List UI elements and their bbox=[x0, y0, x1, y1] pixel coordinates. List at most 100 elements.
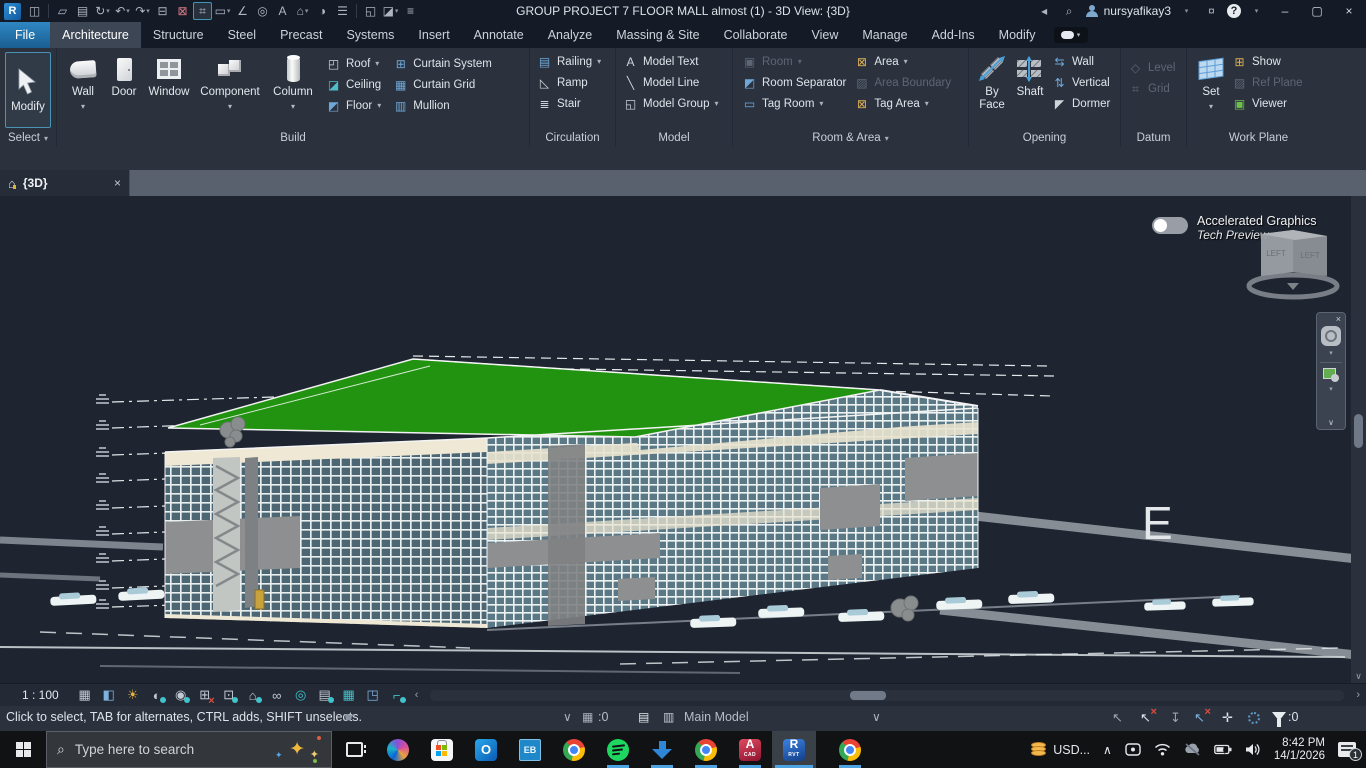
floor-button[interactable]: ◩Floor▾ bbox=[326, 95, 381, 116]
visual-style-icon[interactable]: ◧ bbox=[97, 686, 121, 704]
opening-shaft-button[interactable]: Shaft bbox=[1010, 51, 1050, 99]
wheel-menu-caret-icon[interactable]: ▾ bbox=[1329, 349, 1333, 357]
ribbon-display-options[interactable]: ▾ bbox=[1054, 27, 1088, 43]
vertical-scroll-thumb[interactable] bbox=[1354, 414, 1363, 448]
worksharing-monitor-icon[interactable]: ◫ bbox=[25, 2, 44, 20]
crop-view-icon[interactable]: ⊞ bbox=[193, 686, 217, 704]
autocad-button[interactable]: ACAD bbox=[728, 731, 772, 768]
unlock-3d-view-icon[interactable]: ⌂ bbox=[241, 686, 265, 704]
pin-icon[interactable]: ↧ bbox=[1170, 710, 1181, 726]
tag-by-category-icon[interactable]: ◎ bbox=[253, 2, 272, 20]
navbar-expand-icon[interactable]: ∨ bbox=[1328, 418, 1334, 427]
cart-icon[interactable]: ¤ bbox=[1202, 2, 1221, 20]
tab-file[interactable]: File bbox=[0, 22, 50, 48]
steering-wheel-icon[interactable] bbox=[1321, 326, 1341, 346]
sun-path-icon[interactable]: ☀ bbox=[121, 686, 145, 704]
opening-wall-button[interactable]: ⇆Wall bbox=[1052, 51, 1110, 72]
print-icon[interactable]: ⊟ bbox=[153, 2, 172, 20]
opening-by-face-button[interactable]: By Face bbox=[974, 51, 1010, 112]
room-separator-button[interactable]: ◩Room Separator bbox=[742, 72, 846, 93]
horizontal-scroll-thumb[interactable] bbox=[850, 691, 886, 700]
accelerated-graphics-toggle[interactable] bbox=[1152, 217, 1188, 234]
tab-steel[interactable]: Steel bbox=[216, 22, 269, 48]
curtain-grid-button[interactable]: ▦Curtain Grid bbox=[393, 74, 492, 95]
close-button[interactable]: × bbox=[1336, 1, 1362, 21]
tab-collaborate[interactable]: Collaborate bbox=[712, 22, 800, 48]
help-caret-icon[interactable]: ▾ bbox=[1247, 2, 1266, 20]
opening-dormer-button[interactable]: ◤Dormer bbox=[1052, 93, 1110, 114]
view-scale-button[interactable]: 1 : 100 bbox=[22, 688, 59, 702]
revit-app-icon[interactable]: R bbox=[4, 3, 21, 20]
component-button[interactable]: Component▾ bbox=[194, 51, 266, 113]
align-icon[interactable]: ∠ bbox=[233, 2, 252, 20]
grid-button[interactable]: ⌗Grid bbox=[1128, 78, 1176, 99]
3d-model-view[interactable]: E Accelerated Graphics Tech Preview LEFT… bbox=[0, 196, 1366, 683]
scroll-down-icon[interactable]: ∨ bbox=[1355, 669, 1362, 683]
tab-architecture[interactable]: Architecture bbox=[50, 22, 141, 48]
filter-icon[interactable] bbox=[1272, 712, 1286, 721]
onedrive-paused-icon[interactable] bbox=[1184, 743, 1201, 756]
modify-button[interactable]: Modify bbox=[5, 52, 51, 128]
design-option-caret-icon[interactable]: ∨ bbox=[872, 710, 881, 724]
viewcube[interactable]: LEFT LEFT bbox=[1238, 228, 1348, 300]
model-line-button[interactable]: ╲Model Line bbox=[623, 72, 719, 93]
search-icon[interactable]: ⌕ bbox=[1060, 2, 1079, 20]
chrome-button[interactable] bbox=[828, 731, 872, 768]
redo-icon[interactable]: ↷▾ bbox=[133, 2, 152, 20]
tab-analyze[interactable]: Analyze bbox=[536, 22, 604, 48]
temporary-view-properties-icon[interactable]: ▤ bbox=[313, 686, 337, 704]
panel-label-select[interactable]: Select▾ bbox=[0, 129, 56, 147]
switch-windows-icon[interactable]: ◪▾ bbox=[381, 2, 400, 20]
tab-structure[interactable]: Structure bbox=[141, 22, 216, 48]
currency-widget-icon[interactable] bbox=[1031, 742, 1046, 757]
save-icon[interactable]: ▤ bbox=[73, 2, 92, 20]
door-button[interactable]: Door bbox=[104, 51, 144, 99]
restore-button[interactable]: ▢ bbox=[1304, 1, 1330, 21]
ref-plane-button[interactable]: ▨Ref Plane bbox=[1232, 72, 1303, 93]
text-icon[interactable]: A bbox=[273, 2, 292, 20]
ceiling-button[interactable]: ◪Ceiling bbox=[326, 74, 381, 95]
drag-elements-icon[interactable]: ✛ bbox=[1222, 710, 1233, 726]
volume-icon[interactable] bbox=[1245, 743, 1261, 756]
screen-cast-icon[interactable] bbox=[1125, 743, 1141, 756]
show-analytical-model-icon[interactable]: ▦ bbox=[337, 686, 361, 704]
room-button[interactable]: ▣Room▾ bbox=[742, 51, 846, 72]
tag-room-button[interactable]: ▭Tag Room▾ bbox=[742, 93, 846, 114]
spotify-button[interactable] bbox=[596, 731, 640, 768]
tab-manage[interactable]: Manage bbox=[850, 22, 919, 48]
area-boundary-button[interactable]: ▨Area Boundary bbox=[854, 72, 951, 93]
username[interactable]: nursyafikay3 bbox=[1104, 4, 1171, 18]
design-options-icon[interactable]: ▥ bbox=[663, 710, 674, 724]
wall-button[interactable]: Wall▾ bbox=[62, 51, 104, 113]
level-button[interactable]: ◇Level bbox=[1128, 57, 1176, 78]
railing-button[interactable]: ▤Railing▾ bbox=[537, 51, 601, 72]
view-tab-3d[interactable]: ⌂ {3D} × bbox=[0, 170, 130, 196]
open-icon[interactable]: ▱ bbox=[53, 2, 72, 20]
vertical-scrollbar[interactable]: ∧ ∨ bbox=[1351, 170, 1366, 683]
worksets-caret-icon[interactable]: ∨ bbox=[563, 710, 572, 724]
collapse-arrow-icon[interactable]: ◂ bbox=[1035, 2, 1054, 20]
close-inactive-views-icon[interactable]: ◱ bbox=[361, 2, 380, 20]
reveal-constraints-icon[interactable]: ⌐ bbox=[385, 686, 409, 704]
temporary-hide-isolate-icon[interactable]: ∞ bbox=[265, 686, 289, 704]
taskbar-search[interactable]: ⌕ Type here to search ✦✦✦ bbox=[46, 731, 332, 768]
area-button[interactable]: ⊠Area▾ bbox=[854, 51, 951, 72]
tab-add-ins[interactable]: Add-Ins bbox=[920, 22, 987, 48]
model-text-button[interactable]: AModel Text bbox=[623, 51, 719, 72]
tray-overflow-icon[interactable]: ∧ bbox=[1103, 743, 1112, 757]
curtain-system-button[interactable]: ⊞Curtain System bbox=[393, 53, 492, 74]
outlook-button[interactable]: O bbox=[464, 731, 508, 768]
reveal-hidden-elements-icon[interactable]: ◎ bbox=[289, 686, 313, 704]
undo-icon[interactable]: ↶▾ bbox=[113, 2, 132, 20]
currency-label[interactable]: USD... bbox=[1053, 743, 1090, 757]
select-link-icon[interactable]: ↖ bbox=[1112, 710, 1123, 726]
navigation-bar[interactable]: × ▾ ▾ ∨ bbox=[1316, 312, 1346, 430]
design-option-name[interactable]: Main Model bbox=[684, 710, 749, 724]
default-3d-view-icon[interactable]: ⌂▾ bbox=[293, 2, 312, 20]
section-icon[interactable]: ◑ bbox=[313, 2, 332, 20]
unpin-elements-icon[interactable]: ↖ bbox=[1194, 710, 1205, 726]
editable-worksets-icon[interactable]: ▦ bbox=[582, 710, 593, 724]
show-rendering-dialog-icon[interactable]: ◉ bbox=[169, 686, 193, 704]
navbar-close-icon[interactable]: × bbox=[1336, 315, 1341, 324]
aligned-dimension-icon[interactable]: ⌗ bbox=[193, 2, 212, 20]
